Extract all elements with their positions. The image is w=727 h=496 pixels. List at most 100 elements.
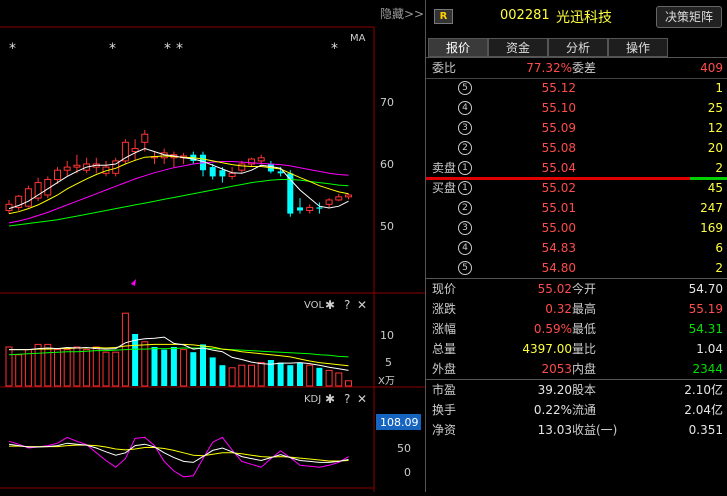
candle-body <box>209 167 216 177</box>
volume-bar <box>5 346 13 387</box>
buy-volume: 45 <box>707 181 723 195</box>
event-star-marker[interactable]: * <box>9 41 16 57</box>
order-diff-label: 委差 <box>572 61 597 75</box>
stat-value: 54.31 <box>688 322 723 336</box>
candle-body <box>316 207 323 209</box>
volume-bar <box>200 344 206 386</box>
fundamental-row: 换手 0.22% 流通 2.04亿 <box>426 400 727 420</box>
buy-level-row[interactable]: 4 54.83 6 <box>426 238 727 258</box>
buy-level-index: 3 <box>458 220 472 235</box>
volume-bar <box>132 334 139 386</box>
candle-body <box>238 163 246 171</box>
stat-label: 市盈 <box>432 383 457 397</box>
price-axis-tick: 50 <box>380 220 394 233</box>
sell-level-index: 5 <box>458 80 472 95</box>
volume-bar <box>151 347 158 386</box>
kdj-close-icon[interactable]: ✕ <box>357 392 367 406</box>
buy-level-row[interactable]: 买盘 1 55.02 45 <box>426 178 727 198</box>
event-star-marker[interactable]: * <box>331 41 338 57</box>
fundamental-row: 净资 13.03 收益(一) 0.351 <box>426 420 727 440</box>
buy-price: 55.01 <box>541 201 576 215</box>
sell-level-row[interactable]: 4 55.10 25 <box>426 98 727 118</box>
volume-bar <box>277 362 284 386</box>
quote-panel: R 002281 光迅科技 决策矩阵 报价 资金 分析 操作 委比 77.32%… <box>425 0 727 492</box>
volume-bar <box>238 364 246 387</box>
vol-axis-tick: 5 <box>385 356 392 369</box>
volume-bar <box>44 343 52 387</box>
buy-label: 买盘 <box>432 181 457 195</box>
hide-arrows-icon[interactable]: >> <box>404 7 424 21</box>
buy-volume: 169 <box>700 221 723 235</box>
stat-label: 量比 <box>572 342 597 356</box>
kdj-help-icon[interactable]: ? <box>344 392 350 406</box>
kdj-axis-tick: 0 <box>404 466 411 479</box>
event-star-marker[interactable]: * <box>109 41 116 57</box>
ma60-line <box>8 179 349 227</box>
kline-chart-area[interactable]: 隐藏 >> MA * * * * * 70 60 50 VOL ✱ ? ✕ 10… <box>0 0 425 492</box>
decision-matrix-button[interactable]: 决策矩阵 <box>656 6 722 28</box>
sell-level-row[interactable]: 卖盘 1 55.04 2 <box>426 158 727 178</box>
volume-bar <box>335 372 343 387</box>
volume-bar <box>34 343 42 387</box>
sell-label: 卖盘 <box>432 161 457 175</box>
stat-label: 净资 <box>432 423 457 437</box>
kdj-settings-gear-icon[interactable]: ✱ <box>325 392 335 406</box>
stat-value: 55.19 <box>688 302 723 316</box>
vol-help-icon[interactable]: ? <box>344 298 350 312</box>
volume-bar <box>257 362 265 387</box>
volume-bar <box>248 364 255 387</box>
buy-level-row[interactable]: 2 55.01 247 <box>426 198 727 218</box>
buy-level-index: 2 <box>458 200 472 215</box>
kdj-label: KDJ <box>304 394 321 405</box>
kline-chart-svg[interactable]: 隐藏 >> MA * * * * * 70 60 50 VOL ✱ ? ✕ 10… <box>0 0 425 492</box>
sell-level-row[interactable]: 2 55.08 20 <box>426 138 727 158</box>
sell-level-row[interactable]: 3 55.09 12 <box>426 118 727 138</box>
hide-button[interactable]: 隐藏 >> <box>380 7 424 21</box>
kdj-j-line <box>8 436 349 478</box>
order-ratio-value: 77.32% <box>526 61 572 75</box>
sell-level-index: 1 <box>458 160 472 175</box>
volume-bar <box>209 357 216 386</box>
tab-operation[interactable]: 操作 <box>608 38 668 57</box>
stat-value: 0.59% <box>533 322 572 336</box>
sell-level-index: 3 <box>458 120 472 135</box>
buy-level-row[interactable]: 5 54.80 2 <box>426 258 727 278</box>
volume-bar <box>54 349 61 387</box>
stat-value: 2.10亿 <box>684 383 723 397</box>
candle-body <box>73 164 81 168</box>
vol-close-icon[interactable]: ✕ <box>357 298 367 312</box>
buy-volume: 2 <box>715 261 723 275</box>
buy-level-index: 4 <box>458 240 472 255</box>
stat-label: 最高 <box>572 302 597 316</box>
ma-label: MA <box>350 33 366 44</box>
candle-body <box>63 166 71 171</box>
event-star-marker[interactable]: * <box>164 41 171 57</box>
tab-funds[interactable]: 资金 <box>488 38 548 57</box>
volume-bar <box>287 365 294 386</box>
buy-price: 55.02 <box>541 181 576 195</box>
buy-volume: 6 <box>715 241 723 255</box>
stat-value: 1.04 <box>696 342 723 356</box>
tab-quote[interactable]: 报价 <box>428 38 488 57</box>
event-star-marker[interactable]: * <box>176 41 183 57</box>
order-diff-value: 409 <box>700 61 723 75</box>
buy-volume: 247 <box>700 201 723 215</box>
stat-label: 外盘 <box>432 362 457 376</box>
sell-price: 55.04 <box>541 161 576 175</box>
stat-value: 4397.00 <box>522 342 572 356</box>
ma10-line <box>8 155 349 215</box>
vol-unit-label: X万 <box>378 376 395 387</box>
hide-label[interactable]: 隐藏 <box>380 7 404 21</box>
volume-bar <box>297 362 303 386</box>
stat-label: 股本 <box>572 383 597 397</box>
sell-price: 55.09 <box>541 121 576 135</box>
stat-value: 0.22% <box>533 403 572 417</box>
kdj-axis-tick: 50 <box>397 442 411 455</box>
tab-analysis[interactable]: 分析 <box>548 38 608 57</box>
volume-bar <box>161 349 168 386</box>
candle-body <box>306 206 314 211</box>
vol-settings-gear-icon[interactable]: ✱ <box>325 298 335 312</box>
sell-level-row[interactable]: 5 55.12 1 <box>426 78 727 98</box>
stat-row: 涨跌 0.32 最高 55.19 <box>426 299 727 319</box>
buy-level-row[interactable]: 3 55.00 169 <box>426 218 727 238</box>
